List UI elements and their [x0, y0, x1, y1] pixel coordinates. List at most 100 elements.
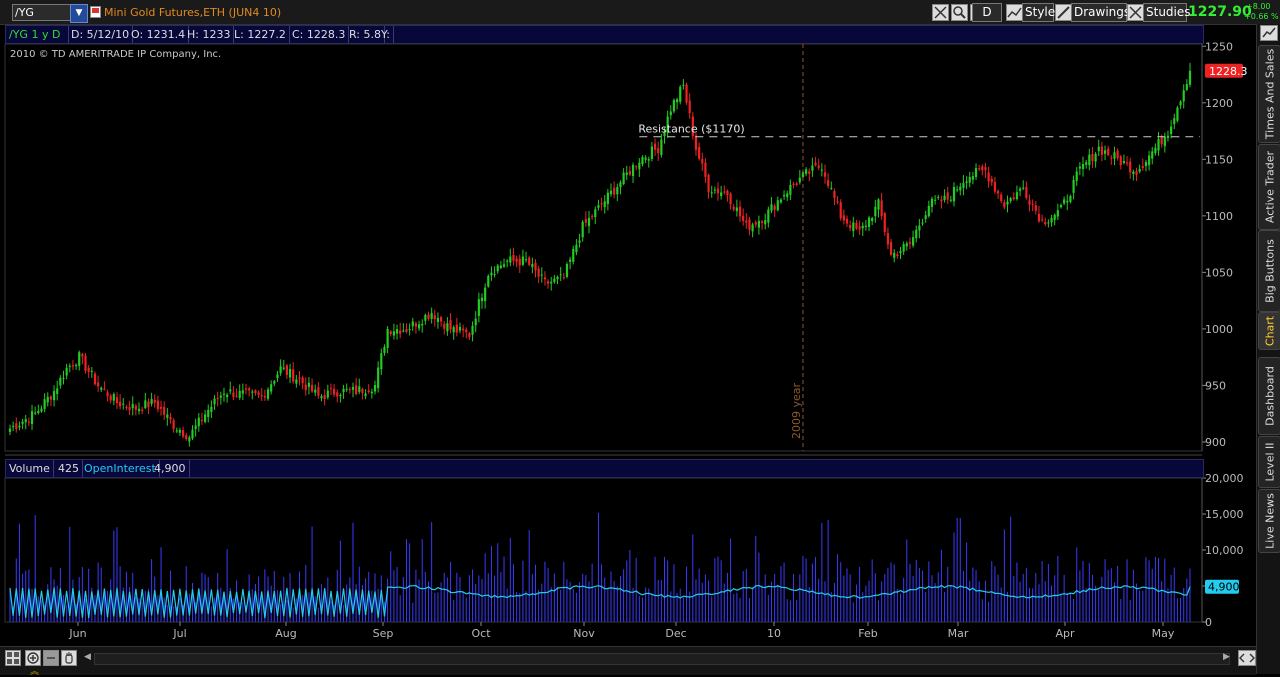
candle: [65, 367, 68, 376]
candle: [867, 217, 871, 227]
candle: [937, 196, 940, 198]
scroll-left-icon[interactable]: ◀: [84, 652, 91, 662]
candle: [112, 394, 115, 401]
price-chart[interactable]: Resistance ($1170) 2009 year 1250 1200 1150…: [0, 0, 1256, 674]
candle: [896, 254, 899, 256]
expand-icon[interactable]: [1238, 650, 1256, 666]
candle: [314, 389, 317, 393]
candle: [647, 159, 650, 161]
candle: [534, 262, 537, 271]
candle: [106, 392, 109, 397]
candle: [131, 404, 134, 409]
candle: [622, 172, 625, 185]
candle: [380, 353, 383, 370]
candle: [392, 331, 395, 336]
price-tick-label: 900: [1205, 436, 1226, 449]
price-tick-label: 1050: [1205, 266, 1233, 279]
pan-hand-icon[interactable]: [61, 650, 77, 666]
year-marker-label: 2009 year: [790, 382, 803, 439]
tab-chart[interactable]: Chart: [1258, 312, 1280, 350]
candle: [71, 365, 75, 367]
x-tick-label: Jul: [172, 627, 186, 640]
candle: [226, 394, 229, 398]
candle: [8, 428, 12, 432]
candle: [886, 233, 890, 245]
candle: [550, 281, 553, 284]
candle: [329, 388, 333, 390]
open-interest-label[interactable]: OpenInterest: [81, 460, 160, 477]
candle: [849, 224, 852, 229]
candle: [1154, 147, 1157, 154]
candle: [27, 421, 30, 423]
candle: [24, 419, 27, 423]
candle: [298, 377, 301, 379]
candle: [46, 396, 49, 403]
candle: [1125, 162, 1129, 164]
candle: [902, 244, 905, 252]
collapse-chevron-icon[interactable]: ︽: [30, 664, 39, 677]
candle: [1100, 146, 1103, 155]
candle: [864, 225, 867, 227]
candle: [971, 176, 974, 180]
candle: [452, 327, 455, 333]
candle: [213, 398, 216, 405]
candle: [587, 217, 591, 227]
grid-layout-icon[interactable]: [5, 650, 21, 666]
candle: [172, 420, 175, 430]
candle: [880, 200, 883, 217]
candle: [288, 368, 292, 378]
candle: [616, 187, 619, 195]
candle: [653, 143, 657, 150]
candle: [74, 365, 78, 367]
candle: [1009, 198, 1012, 202]
chart-panel-icon[interactable]: [1260, 25, 1278, 41]
candle: [1185, 84, 1188, 90]
candle: [399, 330, 402, 334]
candle: [635, 166, 638, 168]
candle: [56, 388, 59, 394]
tab-active-trader[interactable]: Active Trader: [1258, 144, 1280, 230]
candle: [499, 265, 502, 268]
tab-times-and-sales[interactable]: Times And Sales: [1258, 45, 1280, 143]
candle: [918, 225, 921, 231]
volume-tick-label: 10,000: [1205, 544, 1244, 557]
zoom-out-icon[interactable]: [43, 650, 59, 666]
candle: [1103, 150, 1107, 154]
candle: [921, 222, 924, 224]
candle: [540, 274, 543, 276]
candle: [764, 220, 767, 225]
candle: [301, 377, 304, 384]
candle: [417, 324, 421, 329]
candle: [279, 366, 282, 374]
candle: [506, 260, 509, 262]
candle: [1110, 157, 1113, 159]
candle: [1081, 164, 1085, 169]
candle: [817, 165, 820, 168]
candle: [122, 403, 125, 405]
candle: [546, 281, 550, 284]
candle: [782, 194, 786, 197]
tab-level-ii[interactable]: Level II: [1258, 436, 1280, 488]
tab-live-news[interactable]: Live News: [1258, 489, 1280, 553]
candle: [792, 183, 795, 185]
volume-label[interactable]: Volume: [6, 460, 54, 477]
candle: [1138, 168, 1141, 172]
tab-dashboard[interactable]: Dashboard: [1258, 357, 1280, 435]
scroll-right-icon[interactable]: ▶: [1223, 652, 1230, 662]
candle: [257, 392, 260, 395]
candle: [1069, 196, 1072, 202]
tab-big-buttons[interactable]: Big Buttons: [1258, 230, 1280, 312]
candle: [943, 195, 946, 200]
candle: [1107, 148, 1110, 156]
candle: [1047, 222, 1050, 224]
candle: [203, 414, 207, 422]
candle: [175, 430, 178, 432]
candle: [1129, 161, 1132, 173]
candle: [845, 218, 849, 224]
chart-scrollbar[interactable]: [94, 653, 1230, 665]
candle: [484, 287, 487, 302]
candle: [361, 388, 364, 393]
candle: [990, 178, 993, 183]
candle: [591, 216, 594, 218]
candle: [836, 201, 839, 203]
